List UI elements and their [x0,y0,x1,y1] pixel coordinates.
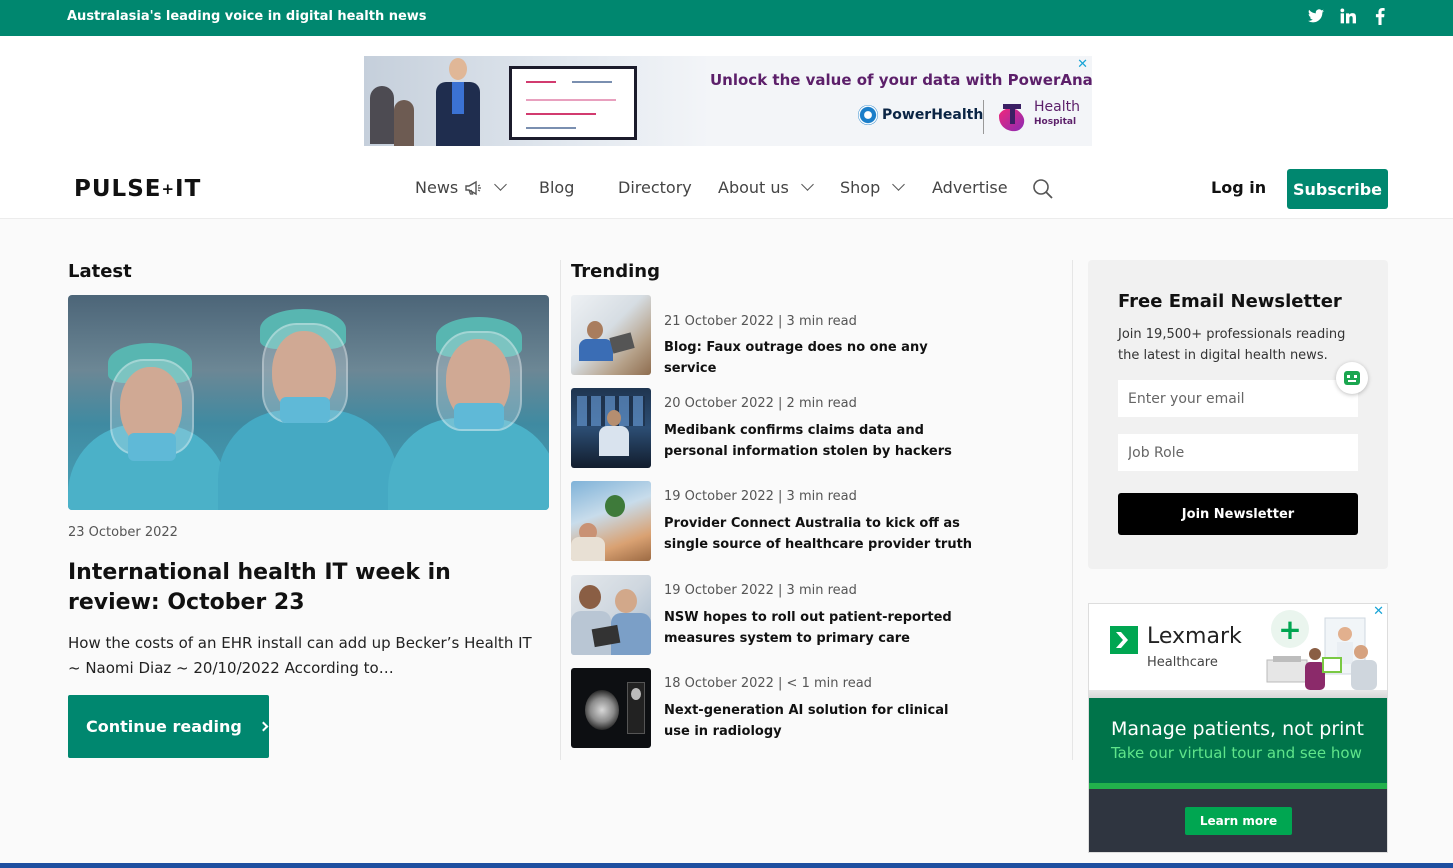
globe-icon [858,105,878,125]
trending-thumbnail [571,388,651,468]
subscribe-button[interactable]: Subscribe [1287,169,1388,209]
trending-meta: 21 October 2022 | 3 min read [664,314,857,329]
ad-line-1: Manage patients, not print [1111,718,1364,740]
facebook-icon[interactable] [1371,7,1389,25]
chevron-down-icon [494,178,508,191]
chevron-right-icon [258,721,269,732]
trending-meta: 18 October 2022 | < 1 min read [664,676,872,691]
trending-item[interactable]: 19 October 2022 | 3 min read NSW hopes t… [571,575,991,655]
ad-brand: Lexmark [1147,624,1242,649]
trending-item[interactable]: 20 October 2022 | 2 min read Medibank co… [571,388,991,468]
linkedin-icon[interactable] [1339,7,1357,25]
latest-heading: Latest [68,261,132,282]
ad-health-brand: Health Hospital [1034,99,1080,128]
newsletter-box: Free Email Newsletter Join 19,500+ profe… [1088,260,1388,569]
newsletter-title: Free Email Newsletter [1118,291,1342,312]
search-icon[interactable] [1032,178,1054,200]
ad-line-2: Take our virtual tour and see how [1111,744,1362,762]
nav-shop[interactable]: Shop [840,178,906,197]
trending-meta: 19 October 2022 | 3 min read [664,489,857,504]
join-newsletter-button[interactable]: Join Newsletter [1118,493,1358,535]
hero-date: 23 October 2022 [68,525,178,540]
trending-thumbnail [571,668,651,748]
trending-title[interactable]: Provider Connect Australia to kick off a… [664,513,974,555]
nav-advertise[interactable]: Advertise [932,178,1008,197]
site-logo[interactable]: PULSE+IT [74,176,201,202]
megaphone-icon [465,180,482,195]
nav-blog[interactable]: Blog [539,178,574,197]
chevron-down-icon [892,178,906,191]
side-banner-ad[interactable]: Lexmark Healthcare + Manage patients, no… [1088,603,1388,853]
lexmark-logo-icon [1110,626,1138,654]
ad-brand-sub: Healthcare [1147,655,1218,670]
ad-photo-person [370,86,394,144]
hero-title[interactable]: International health IT week in review: … [68,558,538,618]
top-banner-ad[interactable]: Unlock the value of your data with Power… [364,56,1092,146]
site-tagline: Australasia's leading voice in digital h… [67,9,427,24]
hero-excerpt: How the costs of an EHR install can add … [68,634,532,677]
newsletter-description: Join 19,500+ professionals reading the l… [1118,327,1346,363]
twitter-icon[interactable] [1307,7,1325,25]
trending-title[interactable]: Medibank confirms claims data and person… [664,420,974,462]
trending-item[interactable]: 21 October 2022 | 3 min read Blog: Faux … [571,295,991,376]
nav-news[interactable]: News [415,178,508,197]
ad-divider [983,100,984,134]
hero-image[interactable] [68,295,549,510]
trending-item[interactable]: 19 October 2022 | 3 min read Provider Co… [571,481,991,561]
ad-close-icon[interactable]: ✕ [1077,57,1088,72]
learn-more-button[interactable]: Learn more [1185,807,1292,835]
top-bar: Australasia's leading voice in digital h… [0,0,1453,36]
trending-meta: 19 October 2022 | 3 min read [664,583,857,598]
ad-illustration [1266,617,1377,690]
trending-title[interactable]: Blog: Faux outrage does no one any servi… [664,337,974,379]
ad-close-icon[interactable]: ✕ [1373,604,1384,619]
column-divider [1072,260,1073,760]
telstra-logo-icon [999,104,1025,132]
nav-about-us[interactable]: About us [718,178,814,197]
trending-item[interactable]: 18 October 2022 | < 1 min read Next-gene… [571,668,991,748]
trending-thumbnail [571,295,651,375]
login-link[interactable]: Log in [1211,178,1266,197]
trending-title[interactable]: Next-generation AI solution for clinical… [664,700,974,742]
ad-dashboard-screen [509,66,637,140]
continue-reading-button[interactable]: Continue reading [68,695,269,758]
ad-presenter [432,58,484,146]
column-divider [560,260,561,760]
trending-thumbnail [571,481,651,561]
autofill-bot-icon[interactable] [1336,362,1368,394]
trending-title[interactable]: NSW hopes to roll out patient-reported m… [664,607,974,649]
trending-meta: 20 October 2022 | 2 min read [664,396,857,411]
bottom-bar [0,863,1453,868]
powerhealth-logo: PowerHealth [858,105,983,125]
ad-photo-person [394,100,414,146]
social-links [1307,7,1389,25]
trending-thumbnail [571,575,651,655]
trending-heading: Trending [571,261,660,282]
job-role-field[interactable] [1118,434,1358,471]
email-field[interactable] [1118,380,1358,417]
nav-directory[interactable]: Directory [618,178,692,197]
chevron-down-icon [801,178,814,191]
ad-headline: Unlock the value of your data with Power… [710,71,1092,89]
